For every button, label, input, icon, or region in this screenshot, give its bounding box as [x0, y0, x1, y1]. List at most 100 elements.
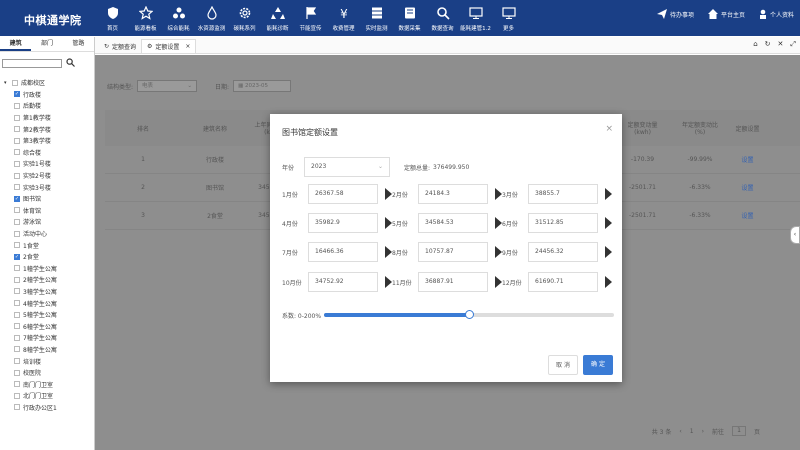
tree-node[interactable]: 5幢学生公寓	[4, 309, 94, 321]
fullscreen-icon[interactable]: ⤢	[790, 40, 796, 49]
date-filter-input[interactable]: ▦ 2023-05	[233, 80, 292, 92]
pager-current[interactable]: 1	[690, 428, 694, 435]
next-page-icon[interactable]: ›	[702, 428, 704, 435]
user-menu[interactable]: 个人资料	[759, 9, 794, 19]
tree-node[interactable]: 第2教学楼	[4, 123, 94, 135]
tree-node[interactable]: 实验3号楼	[4, 181, 94, 193]
pager-goto-input[interactable]: 1	[731, 426, 746, 436]
sidebar-tab-pipeline[interactable]: 管路	[63, 37, 94, 51]
arrow-right-icon[interactable]	[385, 217, 392, 229]
tree-node[interactable]: 游泳馆	[4, 216, 94, 228]
close-icon[interactable]: ✕	[778, 40, 784, 49]
arrow-right-icon[interactable]	[495, 217, 502, 229]
arrow-right-icon[interactable]	[605, 188, 612, 200]
coef-slider[interactable]	[324, 310, 614, 319]
month-value-input[interactable]: 24184.3	[418, 184, 488, 204]
close-icon[interactable]: ×	[185, 43, 190, 50]
tree-node[interactable]: 1食堂	[4, 239, 94, 251]
tree-checkbox[interactable]	[14, 276, 20, 283]
ok-button[interactable]: 确 定	[583, 355, 613, 375]
month-value-input[interactable]: 61690.71	[528, 272, 598, 292]
side-panel-handle[interactable]: ‹	[790, 226, 800, 244]
tree-node[interactable]: 7幢学生公寓	[4, 332, 94, 344]
tree-checkbox[interactable]	[14, 300, 20, 307]
sidebar-tab-department[interactable]: 部门	[31, 37, 62, 51]
tab-quota-query[interactable]: ↻ 定额查询	[99, 39, 141, 53]
tree-checkbox[interactable]	[14, 392, 20, 399]
arrow-right-icon[interactable]	[605, 276, 612, 288]
prev-page-icon[interactable]: ‹	[679, 428, 681, 435]
arrow-right-icon[interactable]	[385, 188, 392, 200]
nav-item-6[interactable]: 节能宣传	[294, 2, 327, 34]
tree-checkbox[interactable]	[14, 311, 20, 318]
month-value-input[interactable]: 24456.32	[528, 242, 598, 262]
tree-checkbox[interactable]: ✓	[14, 253, 20, 260]
nav-item-5[interactable]: 能耗诊断	[261, 2, 294, 34]
month-value-input[interactable]: 38855.7	[528, 184, 598, 204]
tree-node[interactable]: ✓ 2食堂	[4, 251, 94, 263]
tree-node[interactable]: ✓ 图书馆	[4, 193, 94, 205]
tree-checkbox[interactable]	[14, 230, 20, 237]
tree-node[interactable]: 实验2号楼	[4, 170, 94, 182]
tree-checkbox[interactable]	[14, 102, 20, 109]
tree-checkbox[interactable]: ✓	[14, 91, 20, 98]
tree-checkbox[interactable]	[14, 160, 20, 167]
month-value-input[interactable]: 35982.9	[308, 213, 378, 233]
home-link[interactable]: 平台主页	[707, 9, 745, 19]
arrow-right-icon[interactable]	[495, 188, 502, 200]
tree-node[interactable]: 8幢学生公寓	[4, 344, 94, 356]
month-value-input[interactable]: 16466.36	[308, 242, 378, 262]
set-quota-link[interactable]: 设置	[725, 183, 770, 192]
nav-item-1[interactable]: 能源看板	[129, 2, 162, 34]
arrow-right-icon[interactable]	[605, 246, 612, 258]
tree-checkbox[interactable]	[14, 404, 20, 411]
month-value-input[interactable]: 31512.85	[528, 213, 598, 233]
tree-node[interactable]: 实验1号楼	[4, 158, 94, 170]
tree-checkbox[interactable]	[14, 381, 20, 388]
arrow-right-icon[interactable]	[385, 246, 392, 258]
type-filter-select[interactable]: 电表 ⌄	[137, 80, 198, 92]
tree-node[interactable]: 2幢学生公寓	[4, 274, 94, 286]
month-value-input[interactable]: 34584.53	[418, 213, 488, 233]
nav-item-10[interactable]: 数据查询	[426, 2, 459, 34]
tree-node[interactable]: 培训楼	[4, 355, 94, 367]
tree-node[interactable]: 综合楼	[4, 147, 94, 159]
arrow-right-icon[interactable]	[495, 276, 502, 288]
tree-node[interactable]: ✓ 行政楼	[4, 89, 94, 101]
tree-checkbox[interactable]	[14, 184, 20, 191]
cancel-button[interactable]: 取 消	[548, 355, 578, 375]
tab-quota-setting[interactable]: ⚙ 定额设置 ×	[141, 39, 197, 53]
tree-checkbox[interactable]	[14, 265, 20, 272]
tree-checkbox[interactable]	[14, 207, 20, 214]
tree-checkbox[interactable]	[14, 114, 20, 121]
tree-search-input[interactable]	[2, 59, 62, 68]
arrow-right-icon[interactable]	[605, 217, 612, 229]
tree-node[interactable]: 第1教学楼	[4, 112, 94, 124]
nav-item-8[interactable]: 实时监测	[360, 2, 393, 34]
tree-node[interactable]: 后勤楼	[4, 100, 94, 112]
nav-item-0[interactable]: 首页	[96, 2, 129, 34]
tree-checkbox[interactable]	[14, 242, 20, 249]
year-select[interactable]: 2023 ⌄	[304, 157, 390, 177]
tree-checkbox[interactable]	[14, 323, 20, 330]
nav-item-7[interactable]: ¥ 收费管理	[327, 2, 360, 34]
nav-item-12[interactable]: 更多	[492, 2, 525, 34]
month-value-input[interactable]: 10757.87	[418, 242, 488, 262]
refresh-icon[interactable]: ↻	[765, 40, 771, 49]
tree-checkbox[interactable]	[14, 149, 20, 156]
tree-node[interactable]: 校医院	[4, 367, 94, 379]
arrow-right-icon[interactable]	[495, 246, 502, 258]
set-quota-link[interactable]: 设置	[725, 211, 770, 220]
tree-node[interactable]: 第3教学楼	[4, 135, 94, 147]
month-value-input[interactable]: 26367.58	[308, 184, 378, 204]
month-value-input[interactable]: 34752.92	[308, 272, 378, 292]
slider-thumb[interactable]	[464, 310, 474, 319]
tree-checkbox[interactable]	[14, 334, 20, 341]
tree-toggle-icon[interactable]: ▾	[4, 80, 10, 86]
tree-checkbox[interactable]	[14, 358, 20, 365]
tree-node[interactable]: 4幢学生公寓	[4, 297, 94, 309]
tree-node[interactable]: 活动中心	[4, 228, 94, 240]
tree-checkbox[interactable]	[14, 369, 20, 376]
tree-checkbox[interactable]	[14, 172, 20, 179]
set-quota-link[interactable]: 设置	[725, 155, 770, 164]
